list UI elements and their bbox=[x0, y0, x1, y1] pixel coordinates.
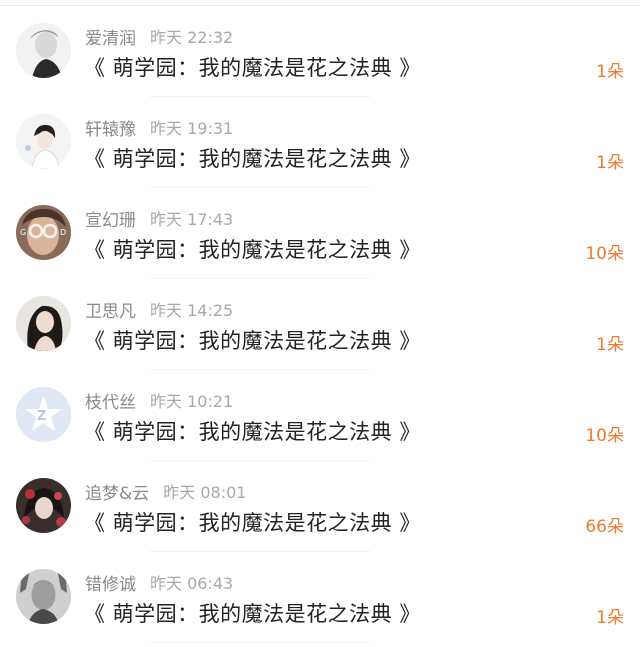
username[interactable]: 追梦&云 bbox=[85, 479, 149, 504]
svg-text:D: D bbox=[60, 228, 66, 237]
avatar-dark-floral-icon[interactable] bbox=[16, 478, 71, 533]
username[interactable]: 卫思凡 bbox=[85, 297, 136, 322]
username[interactable]: 错修诚 bbox=[85, 570, 136, 595]
book-title[interactable]: 《 萌学园：我的魔法是花之法典 》 bbox=[84, 598, 421, 628]
flower-count: 1朵 bbox=[596, 607, 624, 628]
flower-count: 66朵 bbox=[585, 516, 624, 537]
timestamp: 昨天 08:01 bbox=[163, 483, 247, 502]
timestamp: 昨天 17:43 bbox=[150, 210, 234, 229]
flower-count: 1朵 bbox=[596, 334, 624, 355]
flower-count: 10朵 bbox=[585, 425, 624, 446]
flower-count: 1朵 bbox=[596, 61, 624, 82]
username[interactable]: 爱清润 bbox=[85, 24, 136, 49]
username[interactable]: 枝代丝 bbox=[85, 388, 136, 413]
flower-count: 10朵 bbox=[585, 243, 624, 264]
list-item[interactable]: Z 枝代丝 昨天 10:21 《 萌学园：我的魔法是花之法典 》 10朵 bbox=[0, 370, 640, 461]
list-item[interactable]: 轩辕豫 昨天 19:31 《 萌学园：我的魔法是花之法典 》 1朵 bbox=[0, 97, 640, 188]
svg-text:Z: Z bbox=[37, 409, 46, 424]
book-title[interactable]: 《 萌学园：我的魔法是花之法典 》 bbox=[84, 234, 421, 264]
book-title[interactable]: 《 萌学园：我的魔法是花之法典 》 bbox=[84, 52, 421, 82]
avatar-default-qq-icon[interactable]: Z bbox=[16, 387, 71, 442]
avatar-girl-good-glasses-icon[interactable]: G D bbox=[16, 205, 71, 260]
list-item[interactable]: 追梦&云 昨天 08:01 《 萌学园：我的魔法是花之法典 》 66朵 bbox=[0, 461, 640, 552]
list-item[interactable]: 卫思凡 昨天 14:25 《 萌学园：我的魔法是花之法典 》 1朵 bbox=[0, 279, 640, 370]
timestamp: 昨天 10:21 bbox=[150, 392, 234, 411]
row-divider bbox=[150, 642, 370, 643]
book-title[interactable]: 《 萌学园：我的魔法是花之法典 》 bbox=[84, 143, 421, 173]
avatar-grey-portrait-icon[interactable] bbox=[16, 23, 71, 78]
list-item[interactable]: 爱清润 昨天 22:32 《 萌学园：我的魔法是花之法典 》 1朵 bbox=[0, 6, 640, 97]
timestamp: 昨天 22:32 bbox=[150, 28, 234, 47]
avatar-boy-illustration-icon[interactable] bbox=[16, 114, 71, 169]
book-title[interactable]: 《 萌学园：我的魔法是花之法典 》 bbox=[84, 416, 421, 446]
avatar-woman-portrait-icon[interactable] bbox=[16, 296, 71, 351]
svg-text:G: G bbox=[20, 228, 26, 237]
timestamp: 昨天 19:31 bbox=[150, 119, 234, 138]
username[interactable]: 轩辕豫 bbox=[85, 115, 136, 140]
list-item[interactable]: 错修诚 昨天 06:43 《 萌学园：我的魔法是花之法典 》 1朵 bbox=[0, 552, 640, 643]
username[interactable]: 宣幻珊 bbox=[85, 206, 136, 231]
timestamp: 昨天 06:43 bbox=[150, 574, 234, 593]
avatar-man-bw-portrait-icon[interactable] bbox=[16, 569, 71, 624]
book-title[interactable]: 《 萌学园：我的魔法是花之法典 》 bbox=[84, 507, 421, 537]
flower-count: 1朵 bbox=[596, 152, 624, 173]
list-item[interactable]: G D 宣幻珊 昨天 17:43 《 萌学园：我的魔法是花之法典 》 10朵 bbox=[0, 188, 640, 279]
book-title[interactable]: 《 萌学园：我的魔法是花之法典 》 bbox=[84, 325, 421, 355]
timestamp: 昨天 14:25 bbox=[150, 301, 234, 320]
